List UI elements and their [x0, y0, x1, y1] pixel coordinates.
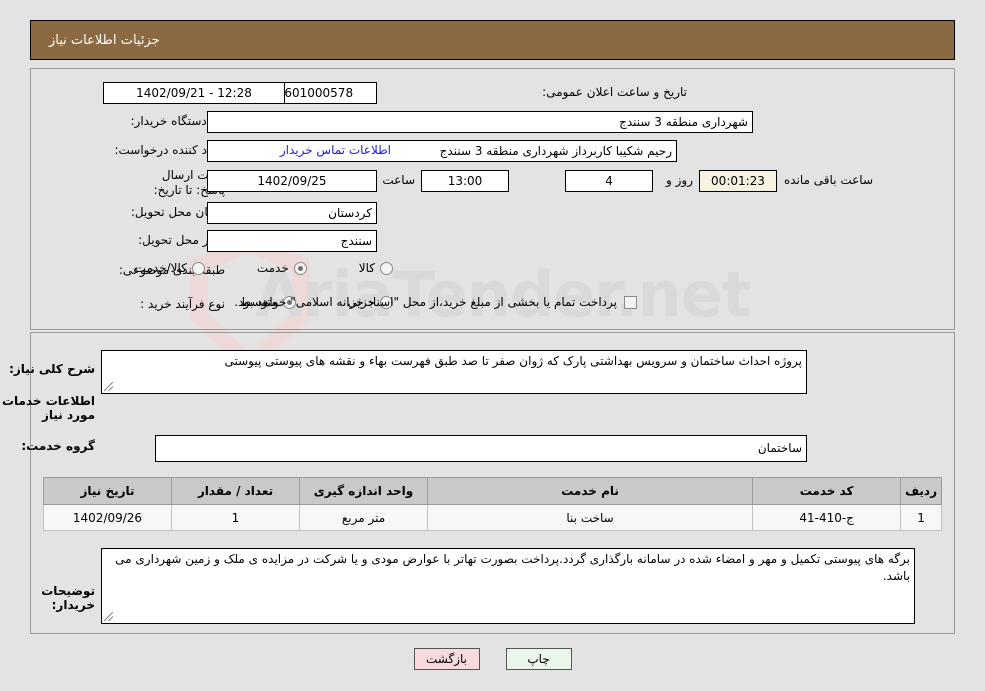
cell-need-date: 1402/09/26 [43, 504, 172, 531]
services-heading: اطلاعات خدمات مورد نیاز [1, 394, 95, 422]
category-option-kala[interactable]: کالا [359, 261, 393, 275]
cell-code: ج-410-41 [752, 504, 902, 531]
countdown-label: ساعت باقی مانده [783, 173, 873, 187]
column-header-code: کد خدمت [752, 477, 902, 505]
button-bar: چاپ بازگشت [0, 648, 985, 670]
category-option-label: کالا [358, 261, 375, 275]
column-header-name: نام خدمت [426, 477, 754, 505]
treasury-note-label: پرداخت تمام یا بخشی از مبلغ خرید،از محل … [234, 295, 617, 309]
radio-icon[interactable] [380, 261, 393, 275]
category-option-label: کالا/خدمت [134, 261, 187, 275]
summary-textarea[interactable]: پروژه احداث ساختمان و سرویس بهداشتی پارک… [101, 350, 807, 394]
column-header-need-date: تاریخ نیاز [43, 477, 172, 505]
column-header-quantity: تعداد / مقدار [171, 477, 300, 505]
city-value[interactable]: سنندج [207, 230, 377, 252]
remaining-days-value[interactable]: 4 [565, 170, 653, 192]
countdown-value: 00:01:23 [699, 170, 777, 192]
deadline-date-value[interactable]: 1402/09/25 [207, 170, 377, 192]
back-button[interactable]: بازگشت [413, 648, 480, 670]
column-header-radif: ردیف [900, 477, 942, 505]
hour-label: ساعت [382, 173, 415, 187]
buyer-org-value[interactable]: شهرداری منطقه 3 سنندج [207, 111, 753, 133]
category-option-label: خدمت [256, 261, 289, 275]
buyer-notes-label: توضیحات خریدار: [41, 584, 95, 612]
radio-icon[interactable] [293, 261, 307, 275]
cell-unit: متر مربع [299, 504, 428, 531]
service-group-value[interactable]: ساختمان [155, 435, 807, 462]
remaining-days-label: روز و [666, 173, 693, 187]
creator-value[interactable]: رحیم شکیبا کاربرداز شهرداری منطقه 3 سنند… [207, 140, 677, 162]
province-value[interactable]: کردستان [207, 202, 377, 224]
category-option-khedmat[interactable]: خدمت [257, 261, 307, 275]
page-header: جزئیات اطلاعات نیاز [30, 20, 955, 60]
service-group-label: گروه خدمت: [21, 439, 95, 453]
page-title: جزئیات اطلاعات نیاز [49, 32, 160, 48]
buyer-notes-textarea[interactable]: برگه های پیوستی تکمیل و مهر و امضاء شده … [101, 548, 915, 624]
cell-quantity: 1 [171, 504, 300, 531]
public-announce-value[interactable]: 1402/09/21 - 12:28 [103, 82, 285, 104]
category-option-kala-khedmat[interactable]: کالا/خدمت [135, 261, 205, 275]
treasury-checkbox-row[interactable]: پرداخت تمام یا بخشی از مبلغ خرید،از محل … [234, 295, 637, 309]
category-radio-group: کالا خدمت کالا/خدمت [135, 261, 393, 275]
checkbox-icon[interactable] [624, 295, 637, 309]
buyer-contact-link[interactable]: اطلاعات تماس خریدار [280, 143, 391, 157]
cell-name: ساخت بنا [426, 504, 754, 531]
column-header-unit: واحد اندازه گیری [299, 477, 428, 505]
deadline-time-value[interactable]: 13:00 [421, 170, 509, 192]
print-button[interactable]: چاپ [505, 648, 572, 670]
cell-radif: 1 [900, 504, 942, 531]
table-row[interactable]: 1 ج-410-41 ساخت بنا متر مربع 1 1402/09/2… [43, 504, 942, 531]
summary-label: شرح کلی نیاز: [9, 362, 95, 376]
table-header-row: ردیف کد خدمت نام خدمت واحد اندازه گیری ت… [43, 477, 942, 505]
need-info-panel [30, 68, 955, 330]
services-table: ردیف کد خدمت نام خدمت واحد اندازه گیری ت… [43, 477, 942, 531]
radio-icon[interactable] [191, 261, 205, 275]
